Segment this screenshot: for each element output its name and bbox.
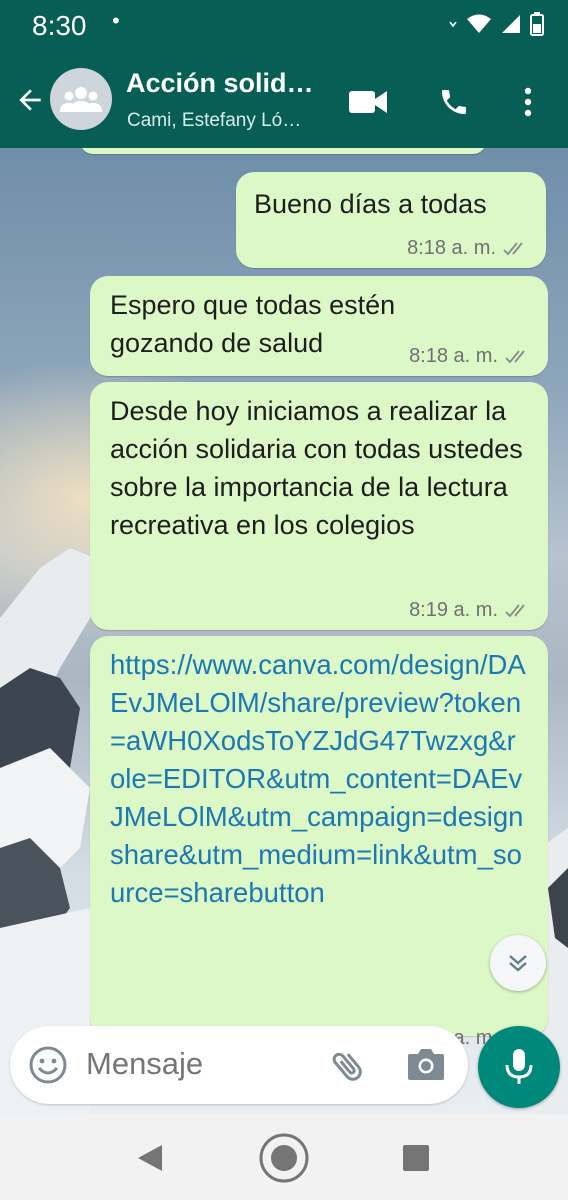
status-bar: 8:30 • [0,0,568,52]
back-button[interactable] [10,80,50,120]
message-bubble[interactable]: Espero que todas estén gozando de salud … [90,276,548,376]
chat-header: Acción solid… Cami, Estefany Ló… [0,52,568,148]
system-icons [448,12,544,36]
scroll-to-bottom-button[interactable] [490,935,546,991]
emoji-icon [29,1046,67,1084]
system-navigation-bar [0,1114,568,1200]
more-options-button[interactable] [508,82,548,122]
nav-recents-button[interactable] [390,1132,442,1184]
group-avatar[interactable] [50,68,112,130]
message-bubble[interactable]: Bueno días a todas 8:18 a. m. [236,172,546,268]
message-time: 8:18 a. m. [407,237,496,259]
wifi-icon [467,14,491,33]
emoji-button[interactable] [28,1045,68,1090]
nav-home-icon [259,1133,309,1183]
nav-back-button[interactable] [124,1132,176,1184]
message-text: Bueno días a todas [254,189,487,219]
more-vert-icon [524,87,532,117]
message-input[interactable] [86,1044,306,1084]
arrow-left-icon [19,89,41,111]
message-bubble-clipped[interactable] [80,148,486,154]
videocam-icon [349,91,387,113]
voice-call-button[interactable] [434,82,474,122]
paperclip-icon [332,1052,362,1081]
message-composer [10,1026,468,1104]
mic-icon [505,1049,533,1084]
message-meta: 8:19 a. m. [409,599,532,622]
chat-participants[interactable]: Cami, Estefany Ló… [127,110,301,132]
nav-recents-icon [403,1145,429,1171]
video-call-button[interactable] [348,82,388,122]
chevron-double-down-icon [509,955,527,972]
message-meta: 8:18 a. m. [407,237,530,260]
camera-icon [408,1049,444,1080]
phone-icon [442,90,466,114]
signal-icon [502,15,520,33]
camera-button[interactable] [406,1046,446,1087]
battery-icon [530,12,544,36]
message-time: 8:18 a. m. [409,345,498,367]
message-meta: 8:18 a. m. [409,345,532,368]
message-link[interactable]: https://www.canva.com/design/DAEvJMeLOlM… [110,646,530,912]
chat-area[interactable]: Bueno días a todas 8:18 a. m. Espero que… [0,148,568,1114]
double-check-icon [503,241,523,255]
double-check-icon [505,603,525,617]
double-check-icon [505,349,525,363]
message-bubble[interactable]: Desde hoy iniciamos a realizar la acción… [90,382,548,630]
notification-dot: • [112,8,120,33]
nav-back-icon [138,1145,162,1171]
attach-button[interactable] [328,1046,368,1091]
nav-home-button[interactable] [258,1132,310,1184]
message-text: Desde hoy iniciamos a realizar la acción… [110,396,523,540]
message-bubble[interactable]: https://www.canva.com/design/DAEvJMeLOlM… [90,636,548,1049]
hotspot-icon [449,21,457,28]
message-time: 8:19 a. m. [409,599,498,621]
group-icon [60,87,102,112]
status-time: 8:30 [32,10,87,41]
chat-title[interactable]: Acción solid… [126,68,314,99]
voice-message-button[interactable] [478,1026,560,1108]
